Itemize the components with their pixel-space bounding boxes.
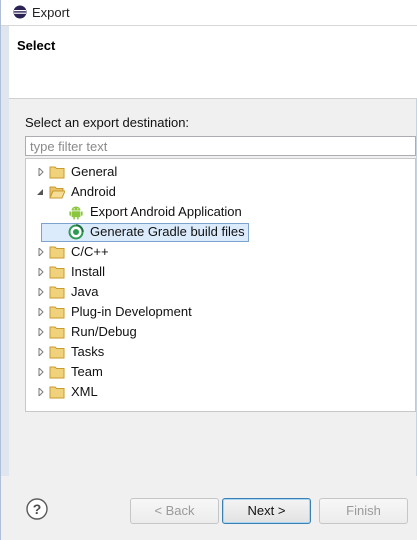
folder-icon	[49, 166, 65, 179]
tree-item-c-cpp[interactable]: C/C++	[35, 242, 335, 262]
folder-icon	[49, 306, 65, 319]
tree-item-general[interactable]: General	[35, 162, 335, 182]
chevron-right-icon[interactable]	[37, 308, 45, 316]
chevron-right-icon[interactable]	[37, 168, 45, 176]
folder-icon	[49, 266, 65, 279]
export-dialog: Export Select Select an export destinati…	[0, 0, 417, 540]
chevron-right-icon[interactable]	[37, 288, 45, 296]
chevron-right-icon[interactable]	[37, 268, 45, 276]
chevron-right-icon[interactable]	[37, 368, 45, 376]
tree-item-tasks[interactable]: Tasks	[35, 342, 335, 362]
title-bar: Export	[1, 0, 417, 26]
svg-text:?: ?	[33, 501, 42, 517]
tree-item-label: Export Android Application	[90, 204, 242, 219]
tree-item-label: Run/Debug	[71, 324, 137, 339]
tree-item-label: General	[71, 164, 118, 179]
tree-item-export-android-application[interactable]: Export Android Application	[67, 202, 367, 222]
finish-button[interactable]: Finish	[319, 498, 408, 524]
tree-item-team[interactable]: Team	[35, 362, 335, 382]
chevron-right-icon[interactable]	[37, 248, 45, 256]
gradle-icon	[68, 224, 84, 240]
tree-item-label: Java	[71, 284, 99, 299]
tree-item-plug-in-development[interactable]: Plug-in Development	[35, 302, 335, 322]
tree-item-install[interactable]: Install	[35, 262, 335, 282]
chevron-down-icon[interactable]	[36, 188, 44, 196]
folder-icon	[49, 386, 65, 399]
folder-icon	[49, 246, 65, 259]
chevron-right-icon[interactable]	[37, 388, 45, 396]
tree-item-run-debug[interactable]: Run/Debug	[35, 322, 335, 342]
tree-item-label: XML	[71, 384, 98, 399]
destination-label: Select an export destination:	[25, 115, 190, 130]
folder-icon	[49, 346, 65, 359]
window-frame-edge	[1, 26, 9, 540]
tree-item-label: Generate Gradle build files	[90, 224, 245, 239]
tree-item-label: Plug-in Development	[71, 304, 192, 319]
chevron-right-icon[interactable]	[37, 328, 45, 336]
back-button[interactable]: < Back	[130, 498, 219, 524]
folder-icon	[49, 326, 65, 339]
folder-icon	[49, 366, 65, 379]
tree-item-label: Team	[71, 364, 103, 379]
tree-item-label: Android	[71, 184, 116, 199]
tree-item-java[interactable]: Java	[35, 282, 335, 302]
android-icon	[69, 206, 83, 220]
chevron-right-icon[interactable]	[37, 348, 45, 356]
tree-item-label: Tasks	[71, 344, 105, 359]
folder-icon	[49, 286, 65, 299]
tree-item-xml[interactable]: XML	[35, 382, 335, 402]
tree-item-generate-gradle-build-files[interactable]: Generate Gradle build files	[67, 222, 247, 242]
folder-open-icon	[49, 186, 65, 199]
window-title: Export	[32, 5, 70, 20]
page-title: Select	[17, 38, 56, 53]
tree-item-android[interactable]: Android	[35, 182, 335, 202]
tree-item-label: Install	[71, 264, 105, 279]
tree-item-label: C/C++	[71, 244, 109, 259]
next-button[interactable]: Next >	[222, 498, 311, 524]
filter-input[interactable]	[25, 136, 416, 156]
help-icon[interactable]: ?	[26, 498, 48, 520]
wizard-header: Select	[1, 26, 417, 99]
eclipse-icon	[13, 5, 27, 19]
